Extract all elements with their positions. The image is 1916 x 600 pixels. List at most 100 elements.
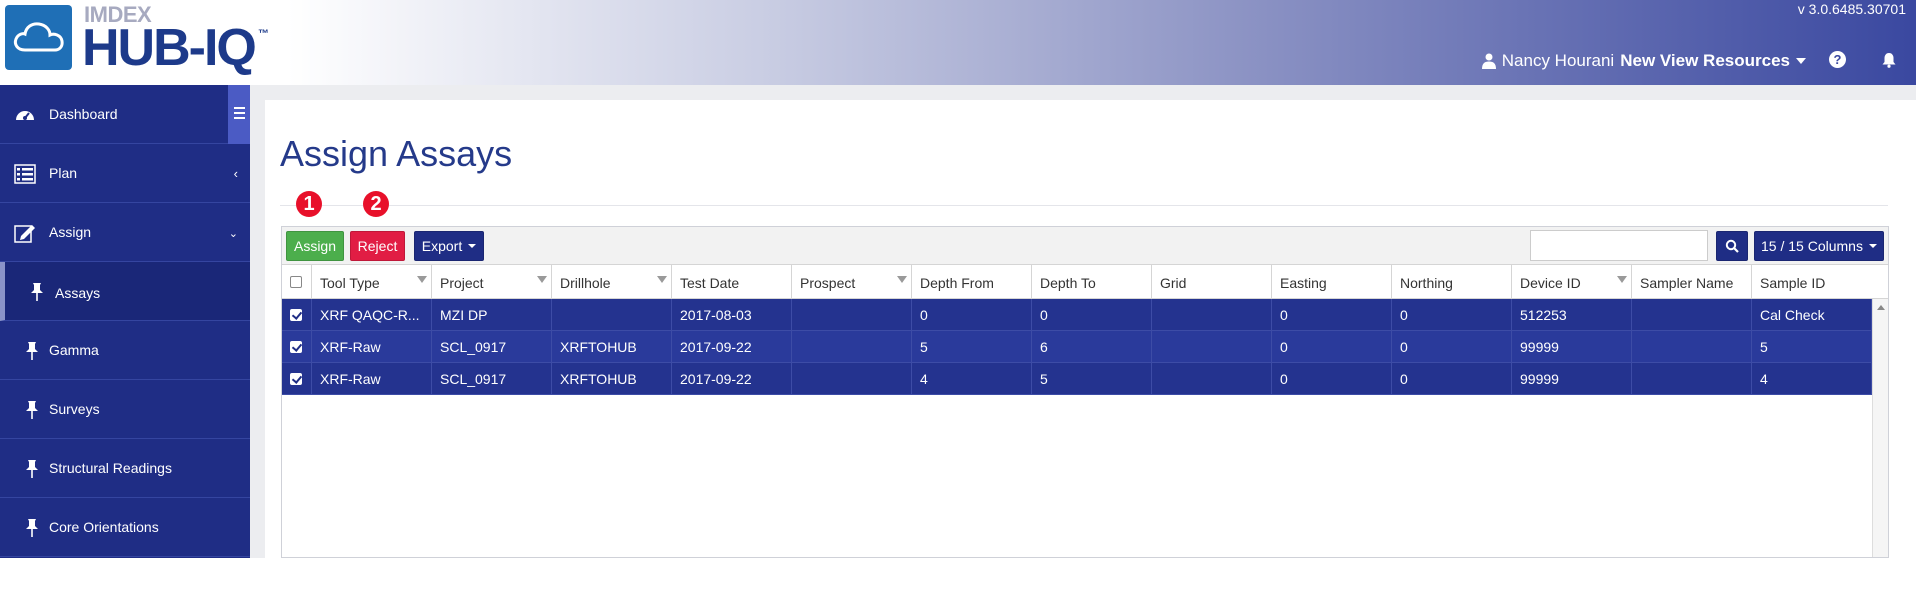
column-header-grid[interactable]: Grid — [1152, 265, 1272, 299]
sidebar-item-label: Core Orientations — [49, 519, 159, 535]
column-header-drillhole[interactable]: Drillhole — [552, 265, 672, 299]
version-label: v 3.0.6485.30701 — [1797, 1, 1906, 17]
select-all-checkbox[interactable] — [290, 276, 302, 288]
columns-button[interactable]: 15 / 15 Columns — [1754, 231, 1884, 261]
app-window: IMDEX HUB-IQ ™ v 3.0.6485.30701 Nancy Ho… — [0, 0, 1916, 600]
logo[interactable] — [5, 5, 72, 70]
filter-icon[interactable] — [1617, 276, 1627, 283]
table-cell — [1152, 299, 1272, 331]
scroll-up-icon[interactable] — [1877, 305, 1885, 310]
table-cell: XRF-Raw — [312, 363, 432, 395]
table-cell: XRF QAQC-R... — [312, 299, 432, 331]
filter-icon[interactable] — [897, 276, 907, 283]
column-header-test-date[interactable]: Test Date — [672, 265, 792, 299]
table-cell: 0 — [1032, 299, 1152, 331]
vertical-scrollbar[interactable] — [1872, 299, 1888, 557]
sidebar-item-assays[interactable]: Assays — [0, 262, 250, 321]
sidebar-item-gamma[interactable]: Gamma — [0, 321, 250, 380]
column-header-depth-to[interactable]: Depth To — [1032, 265, 1152, 299]
menu-toggle-icon[interactable] — [228, 85, 250, 144]
sidebar-item-dashboard[interactable]: Dashboard — [0, 85, 250, 144]
search-button[interactable] — [1716, 231, 1748, 261]
search-input[interactable] — [1530, 230, 1708, 261]
column-header-project[interactable]: Project — [432, 265, 552, 299]
row-checkbox[interactable] — [290, 373, 302, 385]
table-cell: 4 — [912, 363, 1032, 395]
sidebar-item-surveys[interactable]: Surveys — [0, 380, 250, 439]
table-cell: 0 — [1392, 331, 1512, 363]
table-row[interactable]: XRF QAQC-R... MZI DP 2017-08-03 0 0 0 0 512253 C… — [282, 299, 1872, 331]
table-row[interactable]: XRF-Raw SCL_0917 XRFTOHUB 2017-09-22 5 6 0 0 999… — [282, 331, 1872, 363]
reject-button[interactable]: Reject — [350, 231, 405, 261]
search-icon — [1725, 239, 1739, 253]
table-cell: 2017-09-22 — [672, 331, 792, 363]
table-cell: XRFTOHUB — [552, 331, 672, 363]
row-checkbox[interactable] — [290, 309, 302, 321]
export-button[interactable]: Export — [414, 231, 484, 261]
table-cell: 5 — [912, 331, 1032, 363]
sidebar-item-label: Gamma — [49, 342, 99, 358]
columns-label: 15 / 15 Columns — [1761, 238, 1863, 254]
column-header-northing[interactable]: Northing — [1392, 265, 1512, 299]
sidebar-item-structural-readings[interactable]: Structural Readings — [0, 439, 250, 498]
row-checkbox[interactable] — [290, 341, 302, 353]
assign-button[interactable]: Assign — [286, 231, 344, 261]
table-cell: 2017-08-03 — [672, 299, 792, 331]
list-icon — [14, 164, 36, 184]
pin-icon — [26, 519, 38, 537]
sidebar-item-label: Assays — [55, 285, 101, 301]
table-cell: 4 — [1752, 363, 1872, 395]
table-cell — [552, 299, 672, 331]
filter-icon[interactable] — [537, 276, 547, 283]
column-header-device-id[interactable]: Device ID — [1512, 265, 1632, 299]
pin-icon — [31, 283, 43, 301]
table-cell — [792, 363, 912, 395]
pin-icon — [26, 460, 38, 478]
pin-icon — [26, 342, 38, 360]
help-icon[interactable]: ? — [1829, 51, 1846, 68]
column-header-depth-from[interactable]: Depth From — [912, 265, 1032, 299]
chevron-down-icon — [468, 244, 477, 248]
row-select-cell — [282, 299, 312, 331]
column-header-sampler-name[interactable]: Sampler Name — [1632, 265, 1752, 299]
table-cell: 5 — [1032, 363, 1152, 395]
table-cell: SCL_0917 — [432, 331, 552, 363]
table-cell: 6 — [1032, 331, 1152, 363]
brand-trademark: ™ — [258, 28, 269, 40]
table-cell: 0 — [912, 299, 1032, 331]
top-header: IMDEX HUB-IQ ™ v 3.0.6485.30701 Nancy Ho… — [0, 0, 1916, 85]
table-cell: 0 — [1272, 363, 1392, 395]
brand-product: HUB-IQ — [82, 19, 257, 77]
sidebar-item-plan[interactable]: Plan ‹ — [0, 144, 250, 203]
table-cell: 512253 — [1512, 299, 1632, 331]
user-icon — [1481, 53, 1496, 69]
table-cell: 0 — [1272, 331, 1392, 363]
chevron-down-icon — [1868, 244, 1877, 248]
table-cell — [792, 299, 912, 331]
sidebar-item-assign[interactable]: Assign ⌄ — [0, 203, 250, 262]
column-header-tool-type[interactable]: Tool Type — [312, 265, 432, 299]
table-cell — [792, 331, 912, 363]
org-name: New View Resources — [1620, 51, 1790, 70]
table-row[interactable]: XRF-Raw SCL_0917 XRFTOHUB 2017-09-22 4 5 0 0 999… — [282, 363, 1872, 395]
title-divider — [280, 205, 1888, 206]
chevron-down-icon: ⌄ — [228, 228, 238, 240]
user-menu[interactable]: Nancy Hourani New View Resources — [1481, 51, 1806, 71]
step-badge-2: 2 — [363, 191, 389, 217]
column-header-sample-id[interactable]: Sample ID — [1752, 265, 1888, 299]
column-header-easting[interactable]: Easting — [1272, 265, 1392, 299]
sidebar-item-label: Dashboard — [49, 106, 118, 122]
row-select-cell — [282, 331, 312, 363]
select-all-column — [282, 265, 312, 299]
filter-icon[interactable] — [417, 276, 427, 283]
grid-toolbar: Assign Reject Export 15 / 15 Columns — [282, 227, 1888, 265]
table-cell: 0 — [1272, 299, 1392, 331]
table-cell: XRF-Raw — [312, 331, 432, 363]
bell-icon[interactable] — [1882, 52, 1896, 68]
sidebar-item-core-orientations[interactable]: Core Orientations — [0, 498, 250, 557]
page-bottom — [0, 558, 1916, 600]
step-badge-1: 1 — [296, 191, 322, 217]
pin-icon — [26, 401, 38, 419]
column-header-prospect[interactable]: Prospect — [792, 265, 912, 299]
filter-icon[interactable] — [657, 276, 667, 283]
